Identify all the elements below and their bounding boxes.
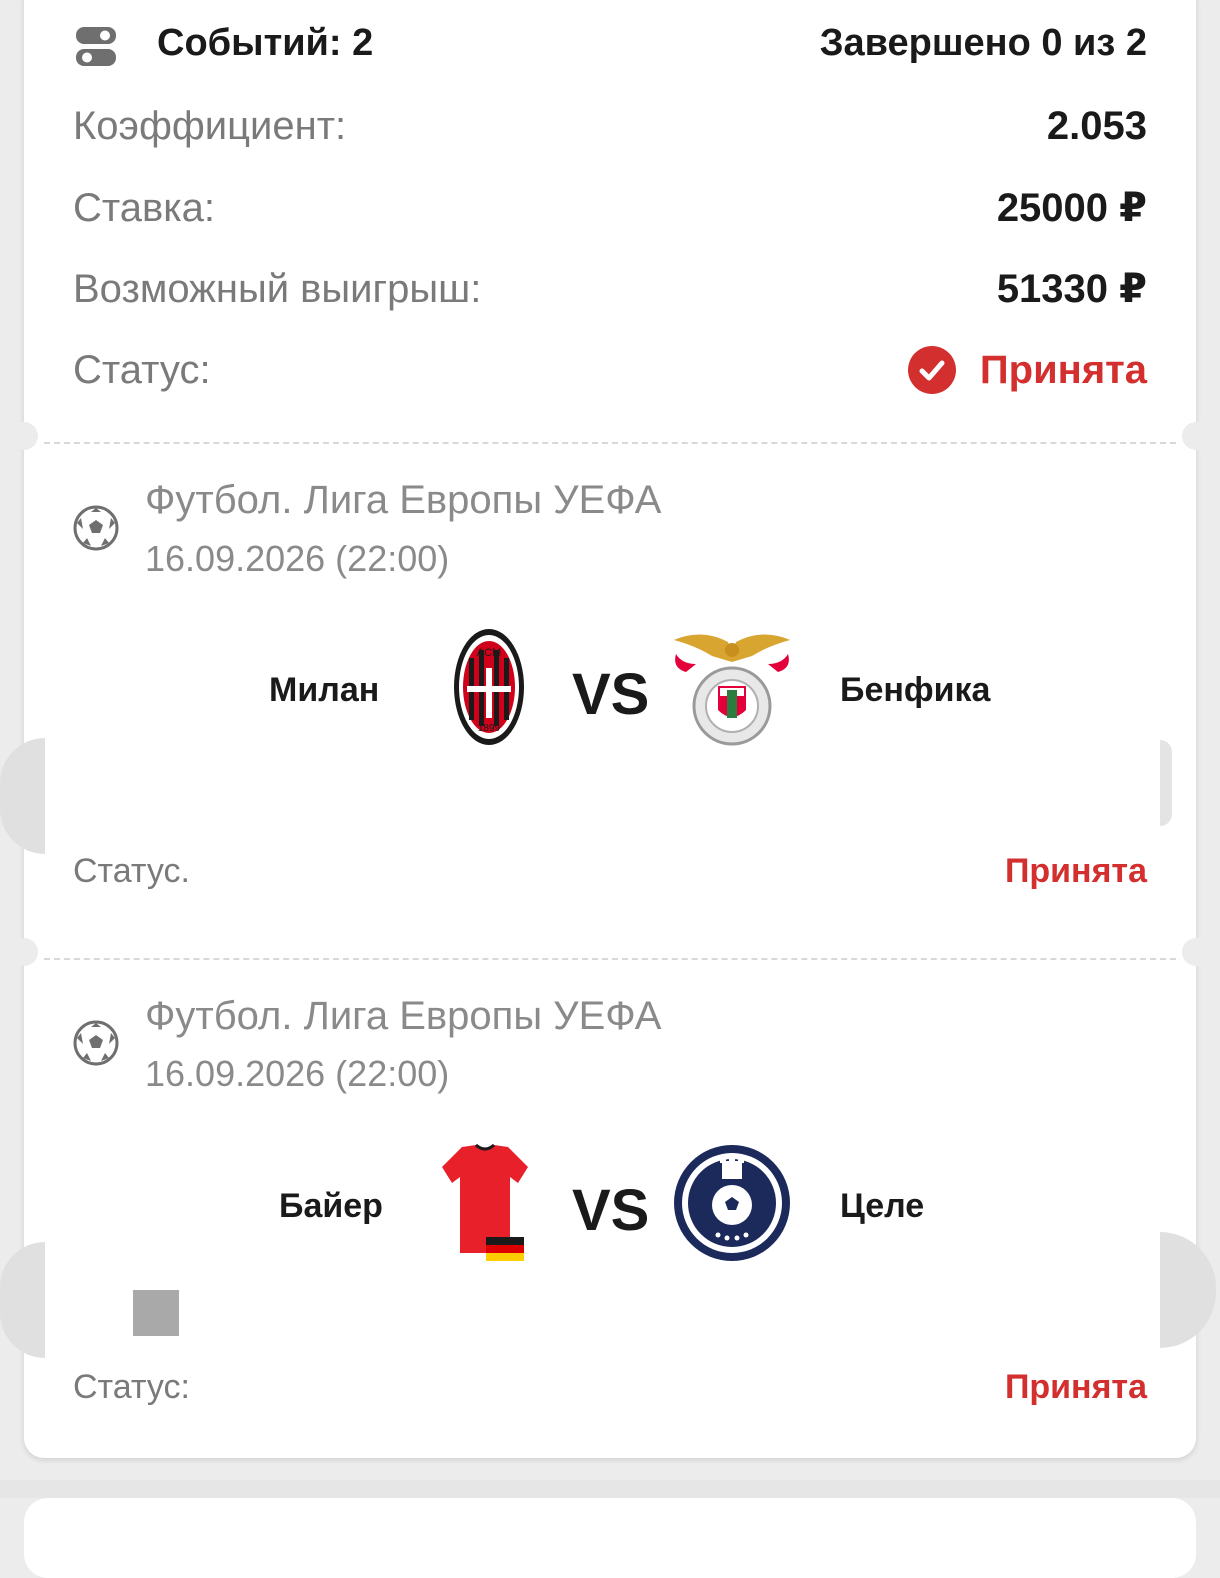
- milan-logo-year: 1899: [478, 723, 501, 734]
- next-card[interactable]: [24, 1498, 1196, 1578]
- league-name: Футбол. Лига Европы УЕФА: [145, 478, 662, 522]
- event-status-row: Статус: Принята: [73, 1368, 1147, 1407]
- events-icon: [75, 26, 117, 68]
- summary-status-row: Статус: Принята: [73, 346, 1147, 394]
- celje-logo-icon: [674, 1145, 790, 1261]
- away-team-name: Целе: [840, 1187, 925, 1225]
- vs-label: VS: [572, 1178, 650, 1243]
- event-datetime: 16.09.2026 (22:00): [145, 538, 450, 579]
- event-status-label: Статус:: [73, 1368, 190, 1406]
- payout-value: 51330 ₽: [996, 267, 1147, 311]
- event-datetime: 16.09.2026 (22:00): [145, 1053, 450, 1094]
- benfica-logo-icon: [674, 634, 790, 746]
- summary-header: Событий: 2 Завершено 0 из 2: [157, 22, 1147, 65]
- status-value: Принята: [979, 347, 1147, 392]
- event-status-value: Принята: [1004, 1368, 1147, 1406]
- status-label: Статус:: [73, 347, 211, 392]
- milan-logo-text: ACM: [477, 647, 501, 659]
- home-team-name: Байер: [279, 1187, 383, 1225]
- events-count: Событий: 2: [157, 22, 374, 64]
- vs-label: VS: [572, 662, 650, 727]
- background-strip: [0, 1480, 1220, 1498]
- status-value-group: Принята: [907, 346, 1147, 394]
- away-team-name: Бенфика: [840, 671, 991, 709]
- home-team-name: Милан: [269, 671, 380, 709]
- perforation-notch-right: [1182, 422, 1210, 450]
- bayer-jersey-icon: [442, 1143, 528, 1261]
- league-name: Футбол. Лига Европы УЕФА: [145, 994, 662, 1038]
- stake-row: Ставка: 25000 ₽: [73, 185, 1147, 231]
- stake-label: Ставка:: [73, 185, 215, 230]
- perforation-line: [44, 958, 1176, 960]
- milan-logo-icon: ACM 1899: [454, 629, 524, 745]
- soccer-ball-icon: [73, 1020, 119, 1066]
- odds-value: 2.053: [1046, 104, 1147, 148]
- stake-value: 25000 ₽: [996, 186, 1147, 230]
- completed-count: Завершено 0 из 2: [819, 22, 1147, 64]
- scroll-overlay-right: [1160, 1232, 1216, 1348]
- payout-label: Возможный выигрыш:: [73, 266, 482, 311]
- perforation-notch-left: [10, 938, 38, 966]
- scroll-overlay-left: [0, 738, 45, 854]
- perforation-notch-right: [1182, 938, 1210, 966]
- soccer-ball-icon: [73, 505, 119, 551]
- scroll-overlay-right: [1160, 740, 1172, 826]
- check-circle-icon: [907, 346, 956, 394]
- payout-row: Возможный выигрыш: 51330 ₽: [73, 266, 1147, 312]
- event-status-value: Принята: [1004, 852, 1147, 890]
- odds-label: Коэффициент:: [73, 104, 347, 148]
- scroll-overlay-left: [0, 1242, 45, 1358]
- placeholder-square: [133, 1290, 179, 1336]
- odds-row: Коэффициент: 2.053: [73, 104, 1147, 149]
- event-status-label: Статус.: [73, 852, 190, 890]
- perforation-notch-left: [10, 422, 38, 450]
- perforation-line: [44, 442, 1176, 444]
- event-status-row: Статус. Принята: [73, 852, 1147, 891]
